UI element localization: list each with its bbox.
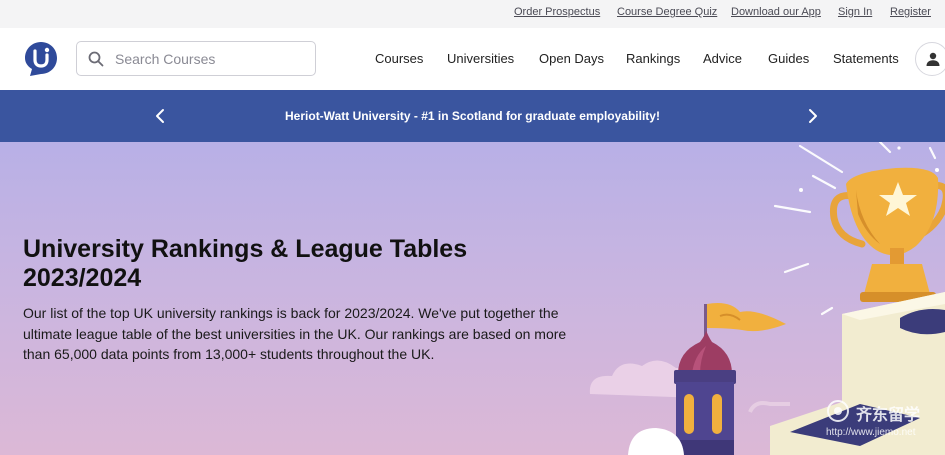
hero-description: Our list of the top UK university rankin…	[23, 305, 567, 362]
page-title: University Rankings & League Tables 2023…	[23, 235, 468, 292]
hero-section: University Rankings & League Tables 2023…	[0, 142, 945, 455]
announcement-banner: Heriot-Watt University - #1 in Scotland …	[0, 90, 945, 142]
watermark-url: http://www.jiemo.net	[826, 427, 916, 438]
search-icon	[88, 51, 104, 67]
top-utility-bar: Order Prospectus Course Degree Quiz Down…	[0, 0, 945, 28]
nav-guides[interactable]: Guides	[768, 51, 809, 66]
watermark-brand: 齐东留学	[856, 407, 921, 424]
user-icon	[926, 52, 940, 66]
register-link[interactable]: Register	[890, 6, 931, 18]
nav-rankings[interactable]: Rankings	[626, 51, 680, 66]
nav-advice[interactable]: Advice	[703, 51, 742, 66]
announcement-text[interactable]: Heriot-Watt University - #1 in Scotland …	[0, 109, 945, 123]
search-input[interactable]	[115, 42, 310, 75]
nav-statements[interactable]: Statements	[833, 51, 899, 66]
nav-open-days[interactable]: Open Days	[539, 51, 604, 66]
nav-courses[interactable]: Courses	[375, 51, 423, 66]
order-prospectus-link[interactable]: Order Prospectus	[514, 6, 600, 18]
uni-logo-icon[interactable]	[24, 41, 58, 77]
main-header: Courses Universities Open Days Rankings …	[0, 28, 945, 90]
watermark-logo-icon	[826, 399, 850, 423]
search-box	[76, 41, 316, 76]
download-app-link[interactable]: Download our App	[731, 6, 821, 18]
nav-universities[interactable]: Universities	[447, 51, 514, 66]
chevron-right-icon[interactable]	[806, 108, 820, 124]
user-account-button[interactable]	[915, 42, 945, 76]
sign-in-link[interactable]: Sign In	[838, 6, 872, 18]
course-degree-quiz-link[interactable]: Course Degree Quiz	[617, 6, 717, 18]
watermark: 齐东留学 http://www.jiemo.net	[826, 397, 941, 447]
